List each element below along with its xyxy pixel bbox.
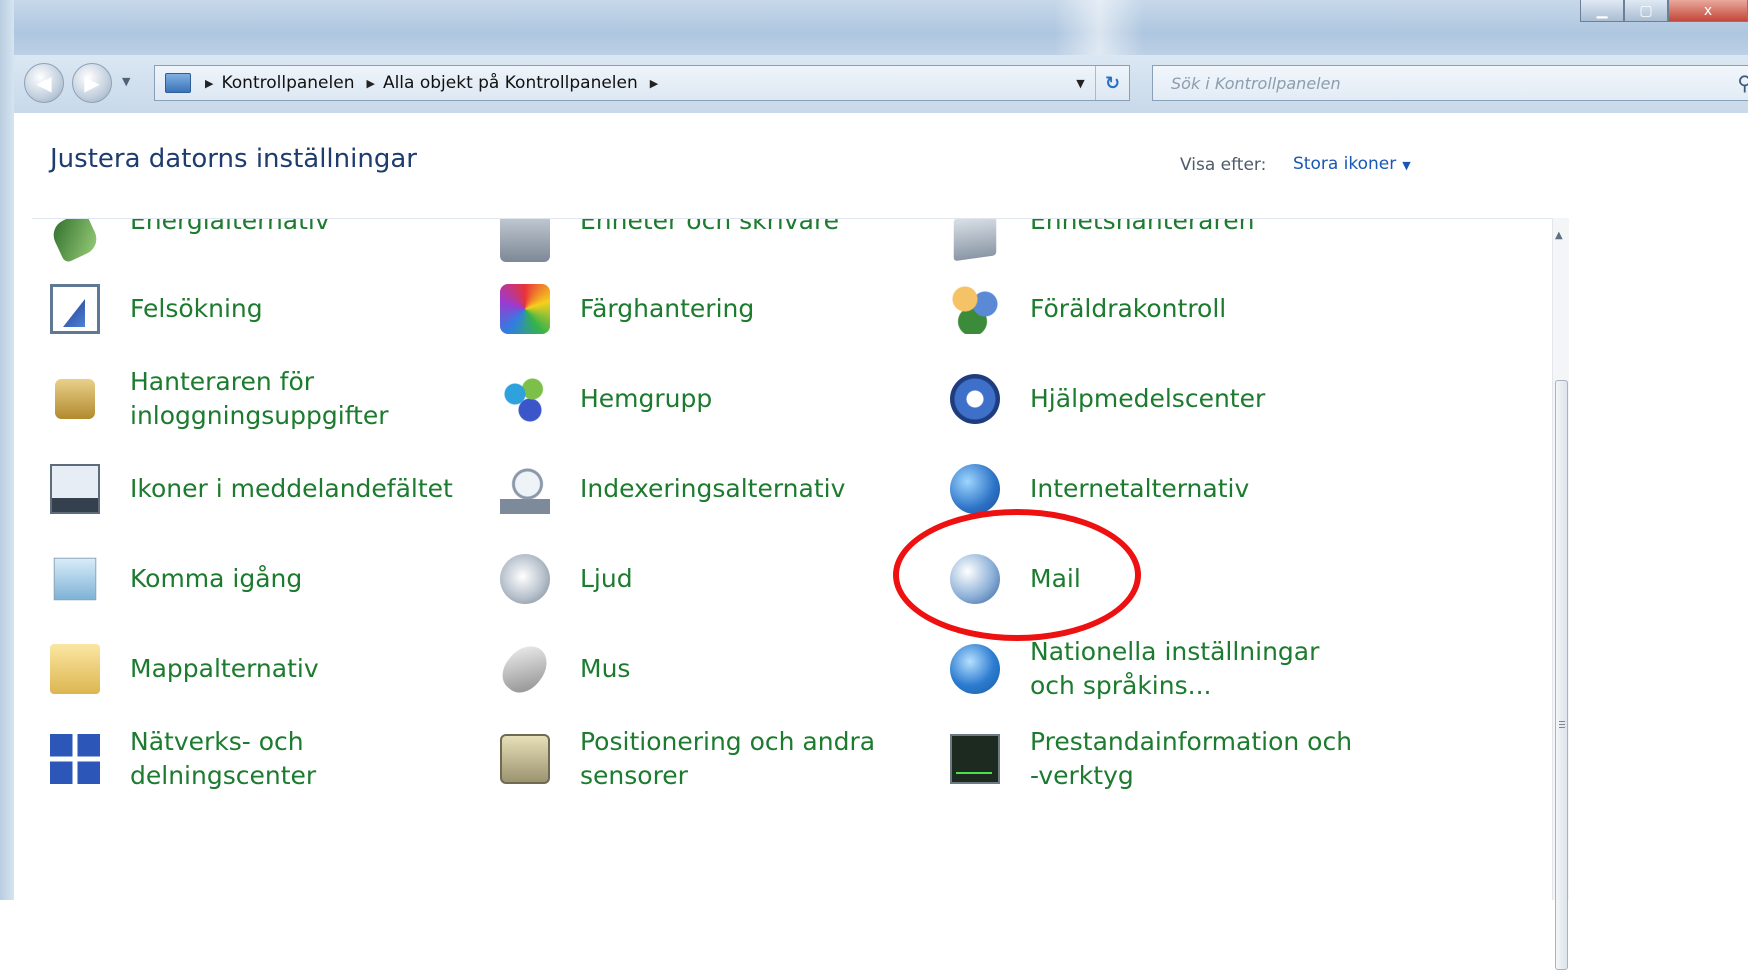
- item-label: Mappalternativ: [130, 653, 319, 683]
- item-label: Positionering och andra sensorer: [580, 726, 876, 791]
- view-by-label: Visa efter:: [1180, 155, 1267, 175]
- speaker-icon: [500, 554, 550, 604]
- right-margin: [1569, 113, 1748, 900]
- network-center-icon: [50, 734, 100, 784]
- device-manager-icon: [953, 219, 997, 262]
- item-foraldrakontroll[interactable]: Föräldrakontroll: [950, 269, 1226, 349]
- breadcrumb-control-panel[interactable]: Kontrollpanelen: [221, 73, 354, 93]
- title-glow: [1054, 0, 1144, 55]
- control-panel-icon: [165, 73, 191, 93]
- view-by-dropdown[interactable]: Stora ikoner ▼: [1293, 154, 1411, 174]
- item-label: Föräldrakontroll: [1030, 293, 1227, 323]
- item-label: Enheter och skrivare: [580, 219, 840, 235]
- item-label: Hemgrupp: [580, 383, 713, 413]
- indexing-icon: [500, 464, 550, 514]
- page-title: Justera datorns inställningar: [50, 144, 417, 174]
- item-label: Nätverks- och delningscenter: [130, 726, 317, 791]
- close-button[interactable]: x: [1668, 0, 1748, 22]
- minimize-button[interactable]: ▁: [1580, 0, 1624, 22]
- breadcrumb-separator-icon[interactable]: ▶: [366, 77, 374, 90]
- grip-icon: [1559, 721, 1565, 722]
- item-label: Komma igång: [130, 563, 303, 593]
- item-label: Energialternativ: [130, 219, 330, 235]
- item-hanteraren[interactable]: Hanteraren för inloggningsuppgifter: [50, 359, 389, 439]
- item-prestanda[interactable]: Prestandainformation och -verktyg: [950, 719, 1352, 799]
- folder-options-icon: [50, 644, 100, 694]
- item-label: Färghantering: [580, 293, 755, 323]
- item-positionering[interactable]: Positionering och andra sensorer: [500, 719, 875, 799]
- forward-arrow-icon[interactable]: ▶: [72, 63, 112, 103]
- parental-controls-icon: [950, 284, 1000, 334]
- mouse-icon: [494, 637, 556, 701]
- item-label: Indexeringsalternativ: [580, 473, 846, 503]
- item-hemgrupp[interactable]: Hemgrupp: [500, 359, 712, 439]
- recent-pages-dropdown[interactable]: ▼: [122, 75, 130, 88]
- search-box[interactable]: Sök i Kontrollpanelen ⚲: [1152, 65, 1748, 101]
- item-label: Ljud: [580, 563, 633, 593]
- search-input[interactable]: Sök i Kontrollpanelen: [1171, 74, 1341, 93]
- address-dropdown-icon[interactable]: ▼: [1065, 66, 1095, 100]
- scrollbar-thumb[interactable]: [1555, 380, 1568, 970]
- item-natverk[interactable]: Nätverks- och delningscenter: [50, 719, 316, 799]
- vertical-scrollbar[interactable]: ▲: [1552, 218, 1569, 970]
- power-leaf-icon: [48, 219, 102, 264]
- breadcrumb-separator-icon[interactable]: ▶: [205, 77, 213, 90]
- item-ikoner[interactable]: Ikoner i meddelandefältet: [50, 449, 453, 529]
- color-management-icon: [500, 284, 550, 334]
- navigation-bar: ◀ ▶ ▼ ▶ Kontrollpanelen ▶ Alla objekt på…: [14, 55, 1748, 113]
- chevron-down-icon[interactable]: ▼: [1402, 159, 1410, 172]
- item-komma-igang[interactable]: Komma igång: [50, 539, 302, 619]
- devices-printers-icon: [500, 219, 550, 262]
- location-sensor-icon: [500, 734, 550, 784]
- homegroup-icon: [500, 374, 550, 424]
- highlight-circle: [893, 509, 1141, 641]
- region-language-icon: [950, 644, 1000, 694]
- notification-icons-icon: [50, 464, 100, 514]
- getting-started-icon: [53, 557, 97, 601]
- item-felsokning[interactable]: Felsökning: [50, 269, 263, 349]
- scroll-up-icon[interactable]: ▲: [1555, 230, 1563, 241]
- breadcrumb-separator-icon[interactable]: ▶: [650, 77, 658, 90]
- view-by-value[interactable]: Stora ikoner: [1293, 154, 1396, 174]
- item-nationella[interactable]: Nationella inställningar och språkins...: [950, 629, 1319, 709]
- title-bar: ▁ ▢ x: [14, 0, 1748, 55]
- item-label: Nationella inställningar och språkins...: [1030, 636, 1320, 701]
- window-controls: ▁ ▢ x: [1580, 0, 1748, 24]
- item-label: Internetalternativ: [1030, 473, 1250, 503]
- item-indexering[interactable]: Indexeringsalternativ: [500, 449, 845, 529]
- item-label: Hjälpmedelscenter: [1030, 383, 1266, 413]
- item-hjalpmedelscenter[interactable]: Hjälpmedelscenter: [950, 359, 1265, 439]
- maximize-button[interactable]: ▢: [1624, 0, 1668, 22]
- item-ljud[interactable]: Ljud: [500, 539, 633, 619]
- address-actions: ▼ ↻: [1065, 66, 1129, 100]
- breadcrumb-all-items[interactable]: Alla objekt på Kontrollpanelen: [383, 73, 638, 93]
- item-mappalternativ[interactable]: Mappalternativ: [50, 629, 319, 709]
- address-bar[interactable]: ▶ Kontrollpanelen ▶ Alla objekt på Kontr…: [154, 65, 1130, 101]
- item-label: Felsökning: [130, 293, 263, 323]
- back-arrow-icon[interactable]: ◀: [24, 63, 64, 103]
- item-label: Ikoner i meddelandefältet: [130, 473, 453, 503]
- item-label: Prestandainformation och -verktyg: [1030, 726, 1353, 791]
- control-panel-items: Energialternativ Felsökning Hanteraren f…: [0, 219, 1552, 900]
- item-mus[interactable]: Mus: [494, 629, 631, 709]
- refresh-icon[interactable]: ↻: [1095, 66, 1129, 100]
- internet-options-icon: [950, 464, 1000, 514]
- search-icon[interactable]: ⚲: [1737, 71, 1748, 95]
- credential-vault-icon: [55, 379, 95, 419]
- item-label: Mus: [580, 653, 631, 683]
- ease-of-access-icon: [950, 374, 1000, 424]
- item-label: Hanteraren för inloggningsuppgifter: [130, 366, 389, 431]
- item-label: Enhetshanteraren: [1030, 219, 1255, 235]
- troubleshooting-icon: [50, 284, 100, 334]
- item-farghantering[interactable]: Färghantering: [500, 269, 754, 349]
- performance-tools-icon: [950, 734, 1000, 784]
